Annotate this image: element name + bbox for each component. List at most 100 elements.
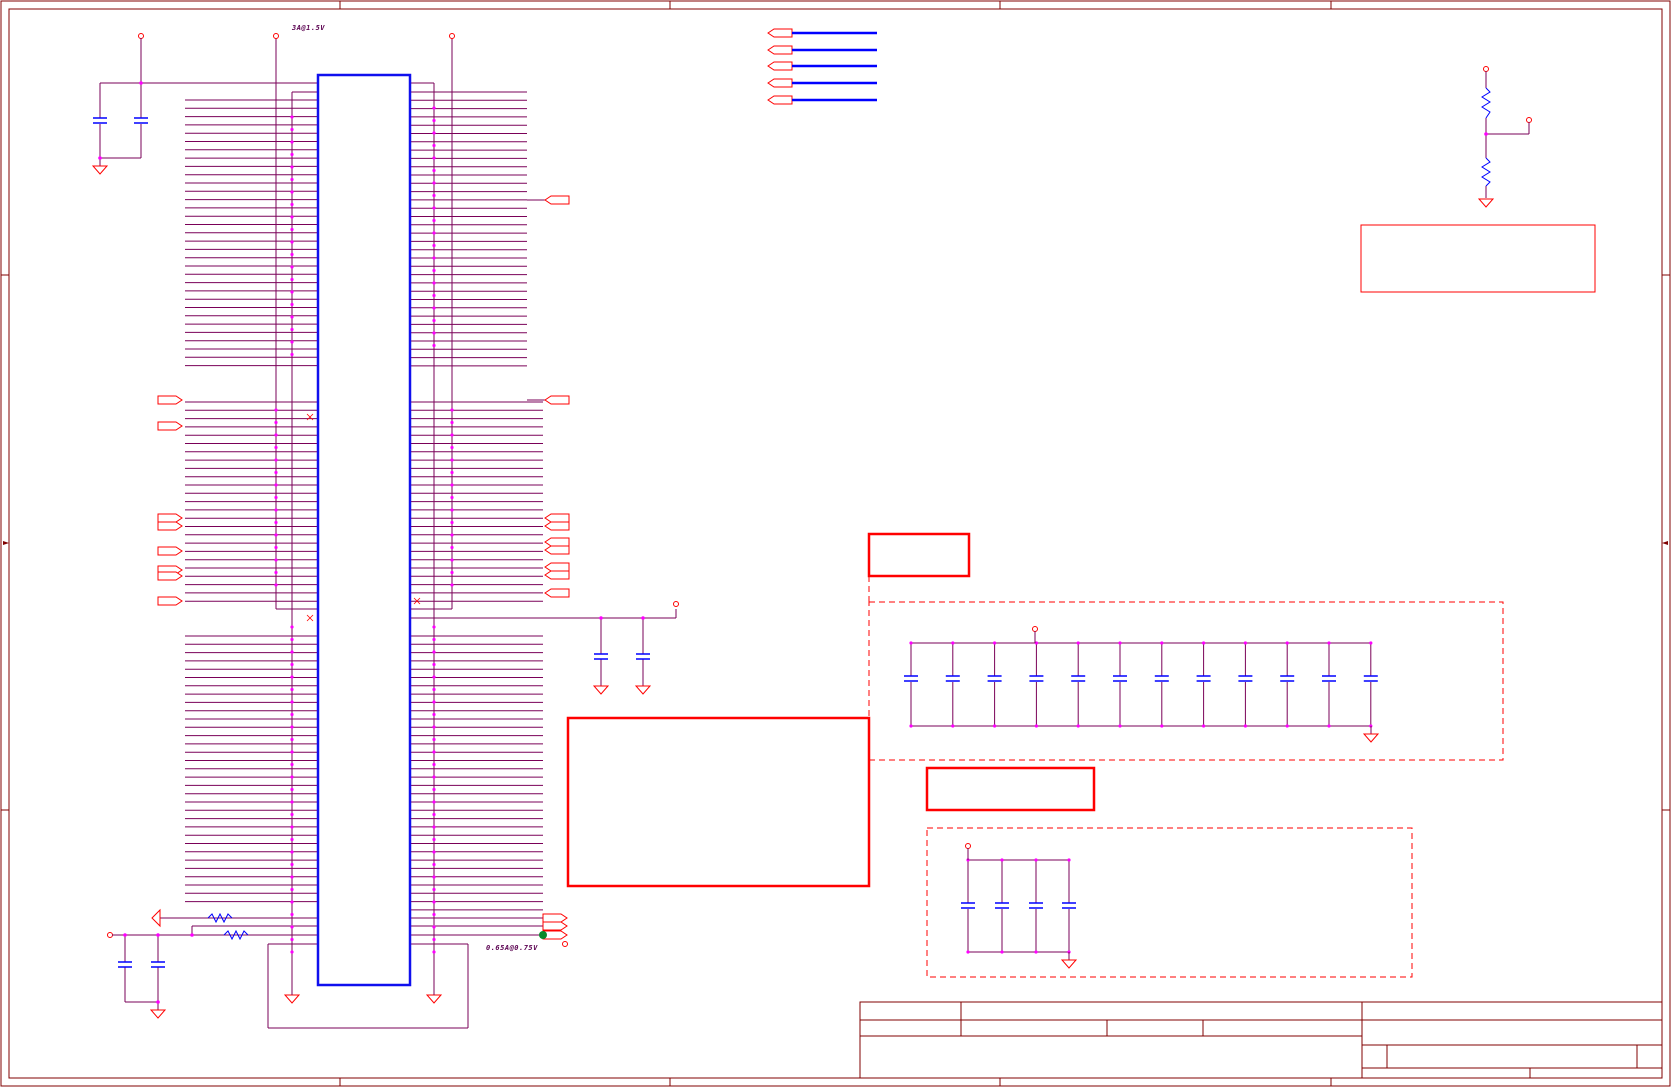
junction-dot [290,912,294,917]
junction-dot [274,470,278,475]
junction-dot [432,118,436,123]
junction-dot [450,445,454,450]
junction-dot [1160,641,1164,645]
junction-dot [432,800,436,804]
probe-marker [539,931,547,939]
junction-dot [290,812,294,817]
junction-dot [951,641,955,645]
power-terminals [107,33,1532,947]
junction-dot [290,127,294,132]
junction-dot [432,675,436,679]
junction-dot [274,533,278,537]
junction-dot [432,331,436,335]
junction-dot [432,318,436,323]
junction-dot [290,950,294,954]
termination-rail-annotation: 0.65A@0.75V [486,944,538,952]
port-connector [157,546,183,556]
port-connector [544,521,570,531]
junction-dot [450,545,454,550]
dashed-groups [868,576,1504,978]
junction-dot [274,445,278,450]
junction-dot [290,215,294,219]
junction-dot [290,662,294,667]
junction-dot [1160,724,1164,728]
junction-dot [290,837,294,842]
junction-dot [290,875,294,879]
junction-dot [432,293,436,298]
junction-dot [909,641,913,645]
bus-port [767,45,793,55]
junction-dot [1327,724,1331,728]
junction-dot [290,327,294,332]
junction-dot [432,850,436,854]
junction-dot [432,168,436,173]
junction-dot [450,495,454,500]
junction-dot [290,687,294,692]
port-connector [542,913,568,923]
junction-dot [274,408,278,412]
port-connector [544,562,570,572]
junction-dot [290,240,294,244]
junction-dot [450,458,454,462]
junction-dot [290,115,294,119]
junction-dot [290,700,294,704]
bus-port [767,61,793,71]
ic-left-pin-lines [185,99,318,903]
port-connector [544,570,570,580]
junction-dot [274,495,278,500]
port-connector [542,921,568,931]
junction-dot [290,787,294,792]
junction-dot [290,202,294,207]
port-connector [157,596,183,606]
junction-dot [432,762,436,767]
junction-dot [290,937,294,942]
junction-dot [290,190,294,194]
port-connector [544,537,570,547]
junction-dot [432,662,436,667]
junction-dot [290,675,294,679]
junction-dot [432,750,436,754]
junction-dot [951,724,955,728]
junction-dot [909,724,913,728]
junction-dot [432,937,436,942]
junction-dot [290,800,294,804]
decoupling-bank-a [904,631,1380,743]
junction-dot [432,256,436,260]
junction-dot [432,837,436,842]
junction-dot [450,508,454,512]
junction-dot [290,637,294,642]
junction-dot [1369,641,1373,645]
junction-dot [993,724,997,728]
junction-dot [432,687,436,692]
ic-ground-stems [291,960,435,995]
junction-dot [432,625,436,629]
junction-dot [966,950,970,954]
schematic-sheet [0,0,1671,1087]
junction-dot [450,570,454,575]
junction-dot [290,265,294,269]
junction-dot [432,862,436,867]
note-box-top-right [1360,224,1596,293]
junction-dot [1118,724,1122,728]
bus-port-group [767,28,877,105]
port-connector [544,395,570,405]
junction-dot [432,737,436,742]
junction-dot [450,420,454,425]
port-connector [157,571,183,581]
junction-dot [432,700,436,704]
junction-dot [450,520,454,525]
junction-dot [432,206,436,210]
junction-dot [432,181,436,185]
ic-body [316,73,412,987]
junction-dot [274,458,278,462]
junction-dot [432,875,436,879]
port-connector [544,545,570,555]
junction-dot [290,775,294,779]
junction-dot [432,268,436,273]
junction-dot [290,750,294,754]
junction-dot [274,570,278,575]
junction-dot [290,352,294,357]
junction-dot [1285,724,1289,728]
junction-dot [1000,950,1004,954]
decoupling-group-a-frame [868,601,1504,761]
